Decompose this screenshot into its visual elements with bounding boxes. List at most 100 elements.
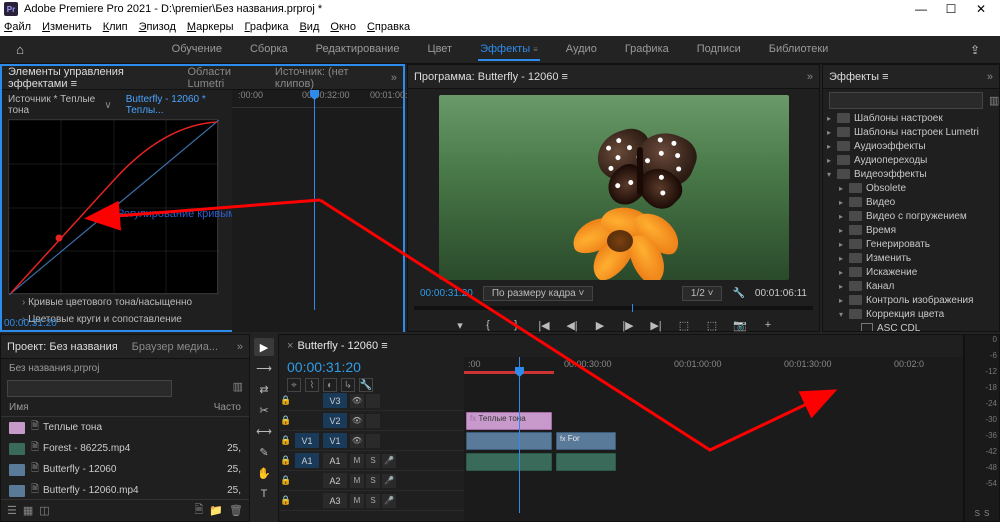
track-output-toggle[interactable]: 👁 [350,394,364,408]
ec-row-hue-sat-curves[interactable]: Кривые цветового тона/насыщенно [8,294,226,311]
track-output-toggle[interactable]: M [350,494,364,508]
track-mute-toggle[interactable]: S [366,454,380,468]
menu-маркеры[interactable]: Маркеры [187,21,234,33]
export-frame-button[interactable]: 📷 [731,316,749,334]
folder-видеоэффекты[interactable]: ▾Видеоэффекты [823,167,999,181]
track-mute-toggle[interactable]: S [366,494,380,508]
pen-tool[interactable]: ✎ [254,443,274,461]
timeline-timecode[interactable]: 00:00:31:20 [287,359,456,375]
icon-view-icon[interactable]: ▦ [23,504,33,517]
clip-effect[interactable]: fx Теплые тона [466,412,552,430]
track-output-toggle[interactable]: M [350,454,364,468]
lift-button[interactable]: ⬚ [675,316,693,334]
play-button[interactable]: ▶ [591,316,609,334]
project-bin-icon[interactable]: ▥ [233,380,243,393]
ripple-edit-tool[interactable]: ⇄ [254,380,274,398]
fit-dropdown[interactable]: По размеру кадра ˅ [483,286,594,301]
delete-icon[interactable]: 🗑 [229,504,243,517]
mark-out-button[interactable]: } [507,316,525,334]
folder-аудиопереходы[interactable]: ▸Аудиопереходы [823,153,999,167]
selection-tool[interactable]: ▶ [254,338,274,356]
workspace-цвет[interactable]: Цвет [425,39,454,61]
maximize-button[interactable]: ☐ [936,2,966,16]
menu-окно[interactable]: Окно [330,21,356,33]
menu-файл[interactable]: Файл [4,21,31,33]
track-output-toggle[interactable]: 👁 [350,414,364,428]
new-bin2-icon[interactable]: 📁 [209,504,223,517]
menu-изменить[interactable]: Изменить [42,21,92,33]
voice-icon[interactable]: 🎤 [382,474,396,488]
home-button[interactable]: ⌂ [10,40,30,60]
curves-editor[interactable]: Регулирование кривыми [8,119,218,294]
clip-video-2[interactable]: fx For [556,432,616,450]
project-item[interactable]: 🗎Butterfly - 1206025, [1,459,249,480]
panel-menu-icon[interactable]: » [237,341,243,353]
ec-timecode[interactable]: 00:00:31:20 [4,318,57,329]
track-mute-toggle[interactable] [366,434,380,448]
tab-effects[interactable]: Эффекты ≡ [829,71,889,83]
timeline-track-area[interactable]: fx Теплые тона fx For [464,391,963,521]
freeform-view-icon[interactable]: ◫ [39,504,49,517]
lock-icon[interactable]: 🔒 [279,475,293,486]
folder-видео-с-погружением[interactable]: ▸Видео с погружением [823,209,999,223]
folder-obsolete[interactable]: ▸Obsolete [823,181,999,195]
tab-lumetri-scopes[interactable]: Области Lumetri [188,66,261,90]
timeline-ruler[interactable]: :00 00:00:30:00 00:01:00:00 00:01:30:00 … [464,357,963,391]
project-col-freq[interactable]: Часто [214,402,241,413]
panel-menu-icon[interactable]: » [391,72,397,84]
folder-видео[interactable]: ▸Видео [823,195,999,209]
voice-icon[interactable]: 🎤 [382,494,396,508]
workspace-библиотеки[interactable]: Библиотеки [767,39,831,61]
workspace-графика[interactable]: Графика [623,39,671,61]
hand-tool[interactable]: ✋ [254,464,274,482]
track-target[interactable]: A3 [323,493,347,508]
extract-button[interactable]: ⬚ [703,316,721,334]
track-output-toggle[interactable]: 👁 [350,434,364,448]
wrench-icon[interactable]: 🔧 [732,288,744,299]
source-patch[interactable]: A1 [295,453,319,468]
folder-аудиоэффекты[interactable]: ▸Аудиоэффекты [823,139,999,153]
folder-изменить[interactable]: ▸Изменить [823,251,999,265]
mini-playhead[interactable] [314,90,315,310]
folder-канал[interactable]: ▸Канал [823,279,999,293]
tl-link-toggle[interactable]: ⌇ [305,378,319,392]
voice-icon[interactable]: 🎤 [382,454,396,468]
tab-program[interactable]: Программа: Butterfly - 12060 ≡ [414,71,568,83]
menu-эпизод[interactable]: Эпизод [139,21,176,33]
track-target[interactable]: A1 [323,453,347,468]
project-item[interactable]: 🗎Butterfly - 12060.mp425, [1,480,249,499]
track-output-toggle[interactable]: M [350,474,364,488]
folder-шаблоны-настроек[interactable]: ▸Шаблоны настроек [823,111,999,125]
new-item-icon[interactable]: 🗎 [194,501,203,520]
tl-snap-toggle[interactable]: ⌖ [287,378,301,392]
button-editor[interactable]: + [759,316,777,334]
lock-icon[interactable]: 🔒 [279,395,293,406]
go-to-out-button[interactable]: ▶| [647,316,665,334]
folder-время[interactable]: ▸Время [823,223,999,237]
workspace-подписи[interactable]: Подписи [695,39,743,61]
clip-video-1[interactable] [466,432,552,450]
workspace-эффекты[interactable]: Эффекты≡ [478,39,540,61]
track-select-tool[interactable]: ⟶ [254,359,274,377]
menu-справка[interactable]: Справка [367,21,410,33]
clip-audio-1[interactable] [466,453,552,471]
lock-icon[interactable]: 🔒 [279,455,293,466]
tab-source[interactable]: Источник: (нет клипов) [275,66,377,90]
step-forward-button[interactable]: |▶ [619,316,637,334]
tl-marker-toggle[interactable]: ◐ [323,378,337,392]
track-mute-toggle[interactable]: S [366,474,380,488]
new-bin-icon[interactable]: ▥ [989,94,999,107]
panel-menu-icon[interactable]: » [807,71,813,83]
tab-media-browser[interactable]: Браузер медиа... [132,341,218,353]
track-mute-toggle[interactable] [366,394,380,408]
project-col-name[interactable]: Имя [9,402,214,413]
workspace-редактирование[interactable]: Редактирование [314,39,402,61]
project-search-input[interactable] [7,380,172,397]
minimize-button[interactable]: — [906,2,936,16]
type-tool[interactable]: T [254,485,274,503]
project-item[interactable]: 🗎Forest - 86225.mp425, [1,438,249,459]
add-marker-button[interactable]: ▾ [451,316,469,334]
ec-mini-timeline[interactable]: :00:00 00:00:32:00 00:01:00: [232,90,403,332]
panel-menu-icon[interactable]: » [987,71,993,83]
source-patch[interactable]: V1 [295,433,319,448]
